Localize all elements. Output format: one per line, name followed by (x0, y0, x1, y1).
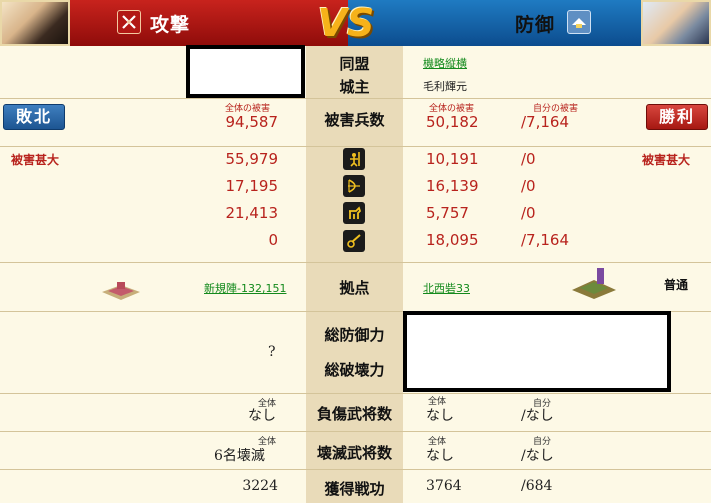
alliance-label: 同盟 (339, 55, 370, 73)
total-destruction-label: 総破壊力 (324, 361, 385, 379)
defender-base-link[interactable]: 北西砦33 (423, 280, 470, 296)
defender-siege-loss: 18,095 (426, 231, 479, 249)
merit-label: 獲得戦功 (324, 480, 385, 498)
defender-bow-self: /0 (521, 177, 536, 195)
redacted-defender-power (403, 311, 671, 392)
defender-portrait (641, 0, 711, 46)
row-divider (0, 98, 711, 99)
attacker-portrait (0, 0, 70, 46)
defender-injured: なし (426, 408, 454, 424)
attacker-spear-loss: 55,979 (225, 150, 279, 168)
row-divider (0, 146, 711, 147)
spear-soldier-icon (343, 148, 365, 170)
castle-shield-icon (567, 10, 591, 34)
attacker-merit: 3224 (242, 478, 278, 494)
defender-base-status: 普通 (664, 278, 689, 292)
defender-alliance-link[interactable]: 機略縦横 (423, 55, 467, 71)
camp-icon (100, 276, 142, 302)
defender-cavalry-self: /0 (521, 204, 536, 222)
defender-destroyed: なし (426, 448, 454, 464)
defender-self-merit: /684 (521, 478, 553, 494)
defender-severity: 被害甚大 (642, 153, 691, 167)
attack-title: 攻撃 (150, 14, 191, 36)
bow-icon (343, 175, 365, 197)
defense-title: 防御 (515, 14, 556, 36)
attacker-siege-loss: 0 (268, 231, 278, 249)
defender-bow-loss: 16,139 (426, 177, 479, 195)
attacker-destroyed: 6名壊滅 (214, 448, 265, 464)
defender-total-damage: 50,182 (426, 113, 479, 131)
defender-merit: 3764 (426, 478, 462, 494)
attacker-base-link[interactable]: 新規陣-132,151 (204, 280, 286, 296)
attacker-total-damage: 94,587 (225, 113, 279, 131)
row-divider (0, 393, 711, 394)
defender-spear-loss: 10,191 (426, 150, 479, 168)
defender-siege-self: /7,164 (521, 231, 569, 249)
victory-badge: 勝利 (646, 104, 708, 130)
defender-self-damage: /7,164 (521, 113, 569, 131)
attacker-bow-loss: 17,195 (225, 177, 279, 195)
row-divider (0, 262, 711, 263)
destroyed-label: 壊滅武将数 (316, 444, 392, 462)
attacker-injured: なし (248, 408, 276, 424)
defender-self-destroyed: /なし (521, 448, 554, 464)
attacker-defense-value: ? (268, 344, 276, 360)
lord-label: 城主 (339, 78, 370, 96)
base-label: 拠点 (339, 279, 370, 297)
vs-logo: VS (317, 1, 375, 45)
defender-spear-self: /0 (521, 150, 536, 168)
injured-label: 負傷武将数 (316, 405, 392, 423)
crossed-swords-icon (117, 10, 141, 34)
attacker-cavalry-loss: 21,413 (225, 204, 279, 222)
damage-label: 被害兵数 (324, 111, 385, 129)
total-defense-label: 総防御力 (324, 326, 385, 344)
defeat-badge: 敗北 (3, 104, 65, 130)
defender-cavalry-loss: 5,757 (426, 204, 469, 222)
row-divider (0, 469, 711, 470)
attacker-severity: 被害甚大 (11, 153, 60, 167)
redacted-attacker-info (186, 45, 305, 98)
defender-lord-name: 毛利輝元 (423, 80, 467, 93)
siege-weapon-icon (343, 230, 365, 252)
horse-icon (343, 202, 365, 224)
fort-icon (570, 266, 618, 300)
row-divider (0, 431, 711, 432)
defender-self-injured: /なし (521, 408, 554, 424)
